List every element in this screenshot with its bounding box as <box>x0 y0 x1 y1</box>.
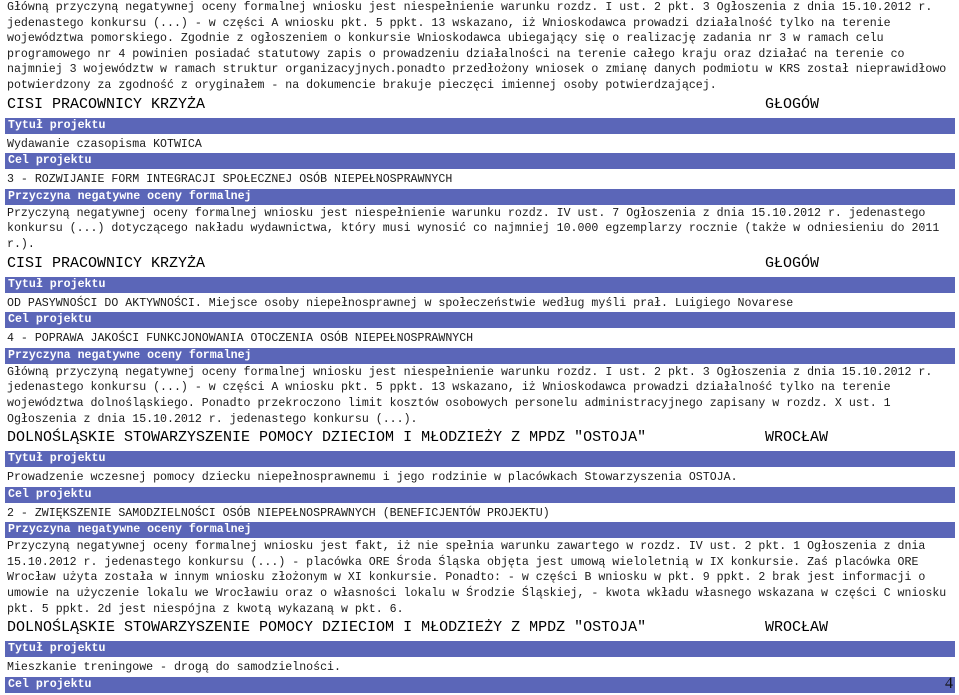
organization-row: CISI PRACOWNICY KRZYŻA GŁOGÓW <box>5 94 955 117</box>
project-title: Mieszkanie treningowe - drogą do samodzi… <box>7 661 341 675</box>
organization-name: CISI PRACOWNICY KRZYŻA <box>7 254 206 272</box>
title-header: Tytuł projektu <box>5 117 955 134</box>
organization-city: WROCŁAW <box>765 429 829 447</box>
reason-header: Przyczyna negatywne oceny formalnej <box>5 188 955 205</box>
document-page: Główną przyczyną negatywnej oceny formal… <box>5 0 955 694</box>
organization-row: DOLNOŚLĄSKIE STOWARZYSZENIE POMOCY DZIEC… <box>5 617 955 641</box>
reason-header: Przyczyna negatywne oceny formalnej <box>5 347 955 364</box>
organization-city: WROCŁAW <box>765 619 829 637</box>
rejection-reason: Przyczyną negatywnej oceny formalnej wni… <box>7 540 954 616</box>
project-title: Wydawanie czasopisma KOTWICA <box>7 137 202 151</box>
title-header: Tytuł projektu <box>5 641 955 658</box>
organization-name: DOLNOŚLĄSKIE STOWARZYSZENIE POMOCY DZIEC… <box>7 429 647 447</box>
intro-paragraph: Główną przyczyną negatywnej oceny formal… <box>7 1 954 92</box>
page-number: 4 <box>945 675 953 692</box>
goal-header: Cel projektu <box>5 312 955 329</box>
goal-header: Cel projektu <box>5 153 955 170</box>
project-goal: 4 - POPRAWA JAKOŚCI FUNKCJONOWANIA OTOCZ… <box>7 332 474 346</box>
organization-name: DOLNOŚLĄSKIE STOWARZYSZENIE POMOCY DZIEC… <box>7 619 647 637</box>
reason-header: Przyczyna negatywne oceny formalnej <box>5 522 955 539</box>
organization-row: CISI PRACOWNICY KRZYŻA GŁOGÓW <box>5 253 955 276</box>
goal-header: Cel projektu <box>5 676 955 693</box>
organization-city: GŁOGÓW <box>765 95 820 113</box>
goal-header: Cel projektu <box>5 486 955 503</box>
organization-name: CISI PRACOWNICY KRZYŻA <box>7 95 206 113</box>
organization-city: GŁOGÓW <box>765 254 820 272</box>
rejection-reason: Przyczyną negatywnej oceny formalnej wni… <box>7 206 947 251</box>
project-title: Prowadzenie wczesnej pomocy dziecku niep… <box>7 471 738 485</box>
project-goal: 3 - ROZWIJANIE FORM INTEGRACJI SPOŁECZNE… <box>7 173 453 187</box>
project-goal: 2 - ZWIĘKSZENIE SAMODZIELNOŚCI OSÓB NIEP… <box>7 506 550 520</box>
title-header: Tytuł projektu <box>5 276 955 293</box>
organization-row: DOLNOŚLĄSKIE STOWARZYSZENIE POMOCY DZIEC… <box>5 427 955 451</box>
project-title: OD PASYWNOŚCI DO AKTYWNOŚCI. Miejsce oso… <box>7 296 794 310</box>
title-header: Tytuł projektu <box>5 451 955 468</box>
rejection-reason: Główną przyczyną negatywnej oceny formal… <box>7 365 940 426</box>
